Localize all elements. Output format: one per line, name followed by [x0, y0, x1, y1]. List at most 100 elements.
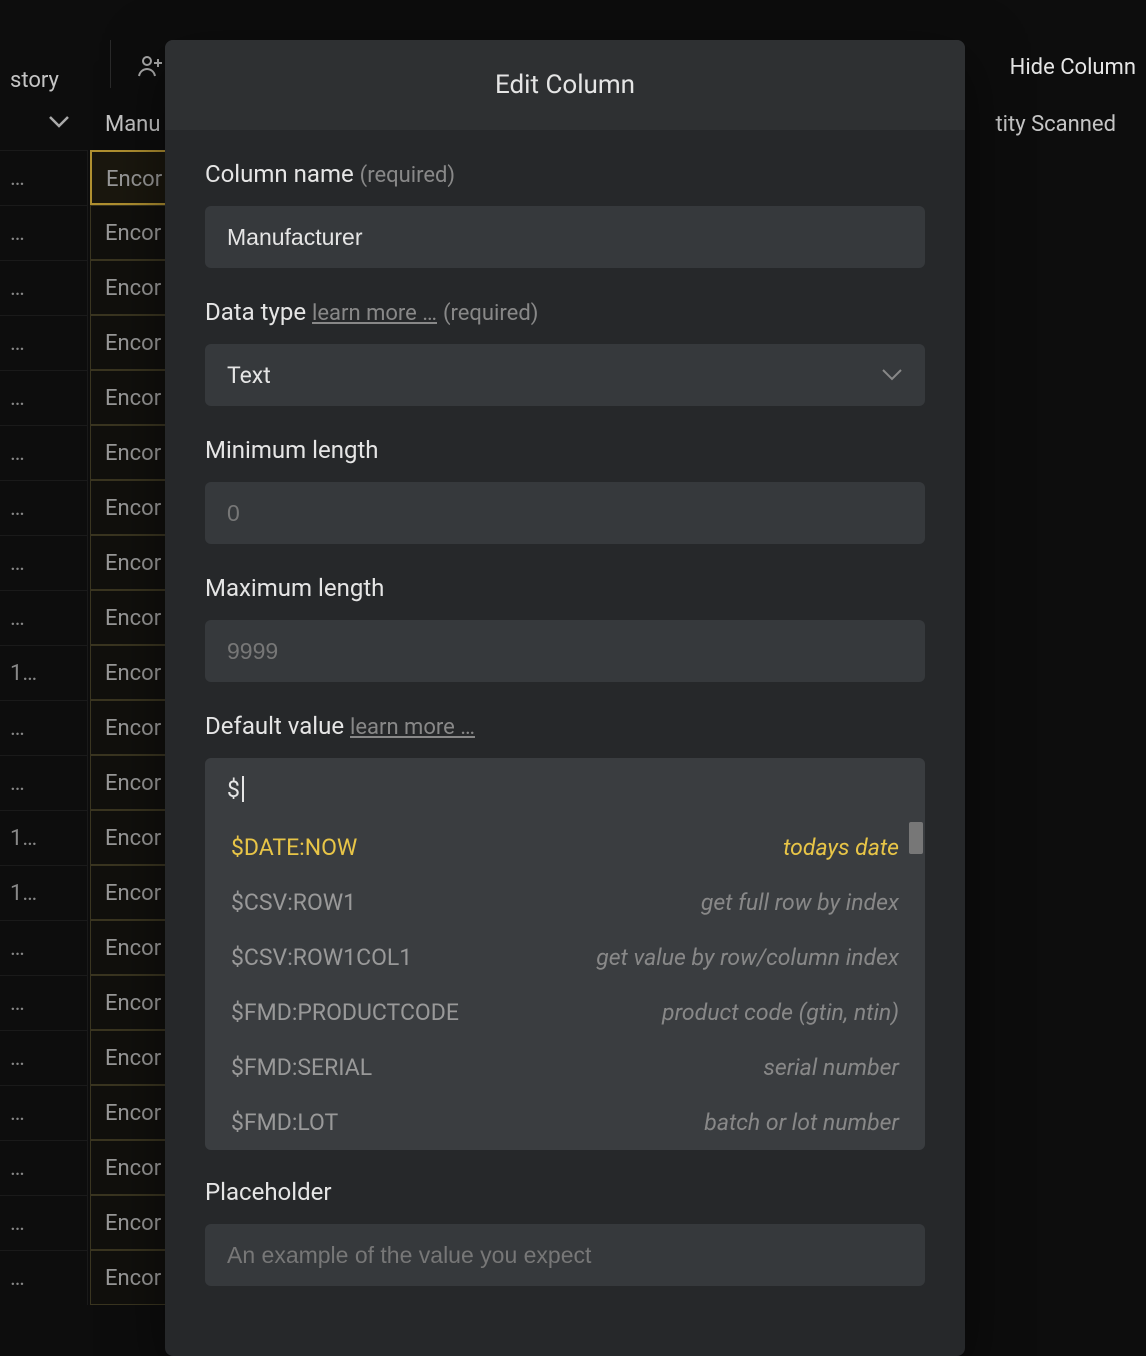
select-value: Text — [227, 362, 271, 389]
column-name-input[interactable] — [205, 206, 925, 268]
label-text: Column name — [205, 160, 354, 188]
table-cell[interactable]: Encor — [90, 1085, 170, 1140]
table-cell[interactable]: … — [0, 535, 88, 590]
table-cell[interactable]: Encor — [90, 370, 170, 425]
input-value: $ — [227, 776, 240, 803]
suggestion-description: serial number — [763, 1054, 899, 1081]
table-cell[interactable]: … — [0, 150, 88, 205]
table-cell[interactable]: … — [0, 260, 88, 315]
label-text: Default value — [205, 712, 344, 740]
suggestion-key: $CSV:ROW1 — [231, 889, 356, 916]
column-header-manufacturer[interactable]: Manu — [105, 112, 160, 137]
table-cell[interactable]: 1… — [0, 810, 88, 865]
label-text: Data type — [205, 298, 306, 326]
table-cell[interactable]: Encor — [90, 700, 170, 755]
table-cell[interactable]: … — [0, 425, 88, 480]
label-placeholder: Placeholder — [205, 1178, 925, 1206]
table-cell[interactable]: … — [0, 315, 88, 370]
table-cell[interactable]: … — [0, 920, 88, 975]
table-cell[interactable]: Encor — [90, 480, 170, 535]
table-cell[interactable]: Encor — [90, 810, 170, 865]
learn-more-link[interactable]: learn more … — [350, 715, 475, 740]
table-cell[interactable]: Encor — [90, 260, 170, 315]
suggestion-description: batch or lot number — [704, 1109, 899, 1136]
table-cell[interactable]: Encor — [90, 975, 170, 1030]
label-min-length: Minimum length — [205, 436, 925, 464]
suggestion-item[interactable]: $DATE:NOW todays date — [205, 820, 925, 875]
field-default-value: Default value learn more … $ $DATE:NOW to… — [205, 712, 925, 1150]
label-max-length: Maximum length — [205, 574, 925, 602]
edit-column-modal: Edit Column Column name (required) Data … — [165, 40, 965, 1356]
table-cell[interactable]: Encor — [90, 755, 170, 810]
data-type-select[interactable]: Text — [205, 344, 925, 406]
table-cell[interactable]: … — [0, 480, 88, 535]
max-length-input[interactable] — [205, 620, 925, 682]
suggestion-key: $FMD:SERIAL — [231, 1054, 372, 1081]
person-plus-icon[interactable] — [138, 55, 164, 83]
table-cell[interactable]: Encor — [90, 205, 170, 260]
field-data-type: Data type learn more … (required) Text — [205, 298, 925, 406]
table-cell[interactable]: Encor — [90, 590, 170, 645]
column-header-quantity-scanned[interactable]: tity Scanned — [995, 112, 1116, 137]
suggestion-item[interactable]: $CSV:ROW1 get full row by index — [205, 875, 925, 930]
chevron-down-icon[interactable] — [48, 110, 70, 134]
table-cell[interactable]: 1… — [0, 865, 88, 920]
required-hint: (required) — [443, 301, 538, 326]
suggestion-description: product code (gtin, ntin) — [662, 999, 899, 1026]
table-cell[interactable]: Encor — [90, 315, 170, 370]
table-cell[interactable]: Encor — [90, 535, 170, 590]
suggestion-item[interactable]: $CSV:ROW1COL1 get value by row/column ind… — [205, 930, 925, 985]
table-cell[interactable]: Encor — [90, 150, 170, 205]
table-cell[interactable]: … — [0, 205, 88, 260]
modal-title: Edit Column — [165, 40, 965, 130]
scrollbar-thumb[interactable] — [909, 822, 923, 854]
table-cell[interactable]: Encor — [90, 645, 170, 700]
table-cell[interactable]: … — [0, 755, 88, 810]
table-cell[interactable]: Encor — [90, 1140, 170, 1195]
table-cell[interactable]: Encor — [90, 865, 170, 920]
table-cell[interactable]: Encor — [90, 920, 170, 975]
suggestions-dropdown: $DATE:NOW todays date $CSV:ROW1 get full ro… — [205, 820, 925, 1150]
suggestion-description: get full row by index — [701, 889, 899, 916]
table-cell[interactable]: Encor — [90, 1250, 170, 1305]
learn-more-link[interactable]: learn more … — [312, 301, 437, 326]
table-col-1: ………………………1………1…1…………………… — [0, 150, 88, 1305]
label-default-value: Default value learn more … — [205, 712, 925, 740]
default-value-input[interactable]: $ — [205, 758, 925, 820]
hide-columns-button[interactable]: Hide Column — [1010, 55, 1136, 80]
table-col-2: EncorEncorEncorEncorEncorEncorEncorEncor… — [90, 150, 170, 1305]
min-length-input[interactable] — [205, 482, 925, 544]
suggestion-item[interactable]: $FMD:SERIAL serial number — [205, 1040, 925, 1095]
suggestion-key: $FMD:LOT — [231, 1109, 338, 1136]
suggestion-item[interactable]: $FMD:PRODUCTCODE product code (gtin, ntin… — [205, 985, 925, 1040]
table-cell[interactable]: … — [0, 370, 88, 425]
table-cell[interactable]: … — [0, 1140, 88, 1195]
table-cell[interactable]: Encor — [90, 1195, 170, 1250]
suggestion-key: $CSV:ROW1COL1 — [231, 944, 412, 971]
label-data-type: Data type learn more … (required) — [205, 298, 925, 326]
table-cell[interactable]: Encor — [90, 1030, 170, 1085]
field-min-length: Minimum length — [205, 436, 925, 544]
chevron-down-icon — [881, 363, 903, 387]
label-column-name: Column name (required) — [205, 160, 925, 188]
suggestion-key: $FMD:PRODUCTCODE — [231, 999, 459, 1026]
suggestion-item[interactable]: $FMD:LOT batch or lot number — [205, 1095, 925, 1150]
field-column-name: Column name (required) — [205, 160, 925, 268]
table-cell[interactable]: … — [0, 1195, 88, 1250]
toolbar-tab-history[interactable]: story — [0, 68, 59, 93]
field-placeholder: Placeholder — [205, 1178, 925, 1286]
required-hint: (required) — [360, 163, 455, 188]
table-cell[interactable]: … — [0, 975, 88, 1030]
table-cell[interactable]: 1… — [0, 645, 88, 700]
table-cell[interactable]: … — [0, 1250, 88, 1305]
field-max-length: Maximum length — [205, 574, 925, 682]
suggestion-key: $DATE:NOW — [231, 834, 357, 861]
suggestion-description: get value by row/column index — [596, 944, 899, 971]
table-cell[interactable]: … — [0, 1030, 88, 1085]
placeholder-input[interactable] — [205, 1224, 925, 1286]
suggestion-description: todays date — [783, 834, 899, 861]
table-cell[interactable]: … — [0, 1085, 88, 1140]
table-cell[interactable]: … — [0, 700, 88, 755]
table-cell[interactable]: … — [0, 590, 88, 645]
table-cell[interactable]: Encor — [90, 425, 170, 480]
